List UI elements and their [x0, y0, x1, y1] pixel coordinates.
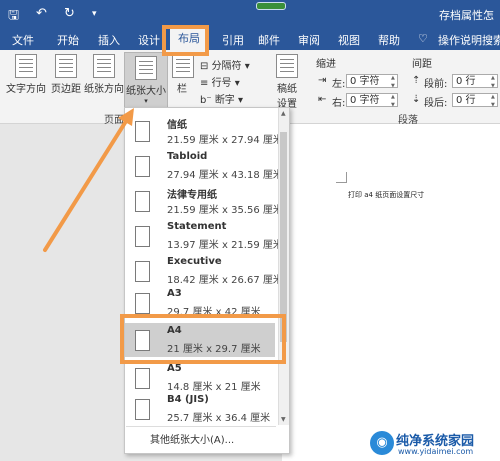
arrow-annotation [43, 108, 134, 252]
watermark-url: www.yidaimei.com [398, 447, 474, 456]
watermark-icon: ◉ [370, 431, 394, 455]
watermark-logo: ◉ 纯净系统家园 www.yidaimei.com [368, 428, 498, 461]
